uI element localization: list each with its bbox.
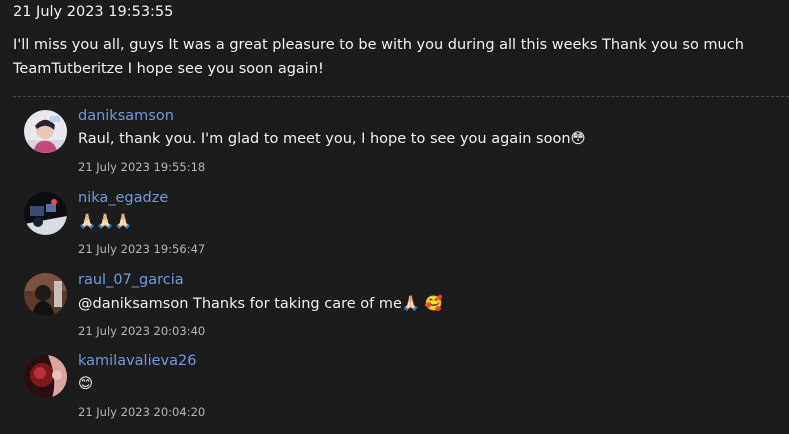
reply-author-link[interactable]: raul_07_garcia	[78, 272, 184, 288]
reply-author-link[interactable]: nika_egadze	[78, 190, 168, 206]
reply-timestamp: 21 July 2023 19:56:47	[78, 242, 206, 256]
comment-thread: 21 July 2023 19:53:55 I'll miss you all,…	[0, 0, 789, 434]
user-avatar-icon	[24, 273, 67, 316]
avatar[interactable]	[24, 192, 67, 235]
reply-author-link[interactable]: daniksamson	[78, 108, 174, 124]
reply-timestamp: 21 July 2023 20:04:20	[78, 405, 206, 419]
reply-timestamp: 21 July 2023 20:03:40	[78, 324, 206, 338]
avatar[interactable]	[24, 273, 67, 316]
avatar[interactable]	[24, 110, 67, 153]
reply-text: Raul, thank you. I'm glad to meet you, I…	[78, 131, 586, 147]
divider	[13, 96, 789, 97]
reply-author-link[interactable]: kamilavalieva26	[78, 353, 196, 369]
reply-text: 🙏🏻🙏🏻🙏🏻	[78, 214, 133, 230]
reply-text: @daniksamson Thanks for taking care of m…	[78, 296, 443, 312]
user-avatar-icon	[24, 355, 67, 398]
reply-item: kamilavalieva26 😊 21 July 2023 20:04:20	[0, 0, 789, 419]
user-avatar-icon	[24, 110, 67, 153]
reply-text: 😊	[78, 376, 94, 392]
reply-timestamp: 21 July 2023 19:55:18	[78, 160, 206, 174]
user-avatar-icon	[24, 192, 67, 235]
avatar[interactable]	[24, 355, 67, 398]
